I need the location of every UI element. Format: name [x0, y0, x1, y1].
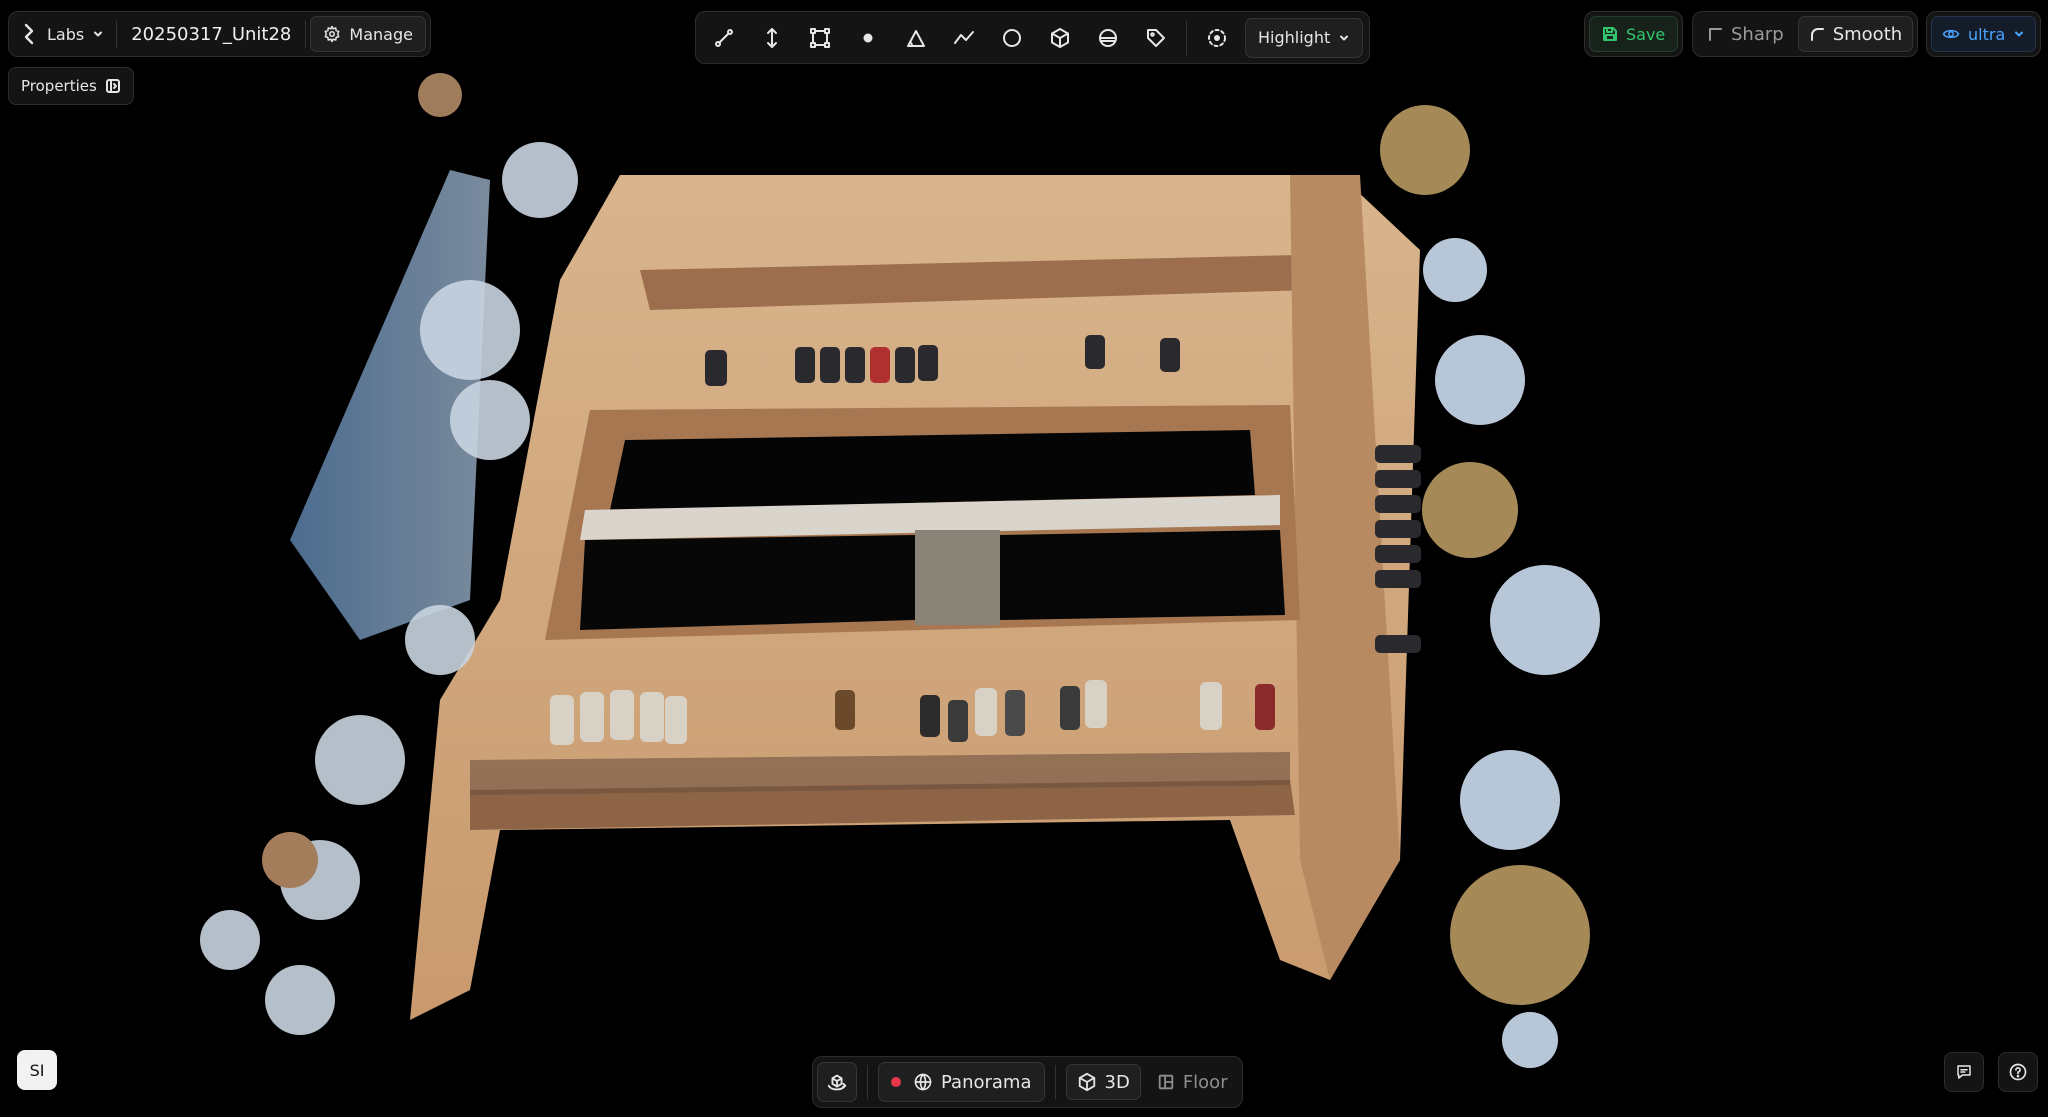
user-avatar[interactable]: SI [17, 1050, 57, 1090]
tool-circle[interactable] [990, 18, 1034, 58]
floppy-disk-icon [1603, 27, 1617, 41]
view-3d-button[interactable]: 3D [1065, 1064, 1141, 1100]
rounded-corner-icon [1810, 28, 1824, 41]
floor-label: Floor [1182, 1071, 1228, 1093]
cube-volume-icon [1051, 27, 1069, 48]
orbit-button[interactable] [817, 1062, 857, 1102]
cube-icon [1078, 1072, 1095, 1092]
quality-panel: ultra [1926, 11, 2042, 57]
tool-polyline[interactable] [942, 18, 986, 58]
project-panel: Labs 20250317_Unit28 Manage [8, 11, 431, 57]
panel-toggle-icon [105, 79, 120, 93]
eye-icon [1942, 29, 1960, 39]
globe-icon [914, 1073, 932, 1091]
divider [116, 20, 118, 48]
measurement-toolbar: Highlight [695, 11, 1371, 64]
tool-focus[interactable] [1195, 18, 1239, 58]
project-name: 20250317_Unit28 [131, 23, 292, 45]
chat-bubble-icon [1957, 1065, 1971, 1079]
tool-angle[interactable] [894, 18, 938, 58]
polyline-icon [954, 30, 974, 44]
tool-volume[interactable] [1038, 18, 1082, 58]
courtyard-east-void [1000, 530, 1285, 620]
3d-viewport[interactable] [0, 0, 2048, 1117]
divider [1186, 20, 1187, 55]
save-label: Save [1626, 24, 1666, 44]
smooth-label: Smooth [1832, 23, 1903, 45]
floor-plan-icon [1158, 1074, 1174, 1090]
save-button[interactable]: Save [1589, 16, 1679, 52]
view-toolbar: Panorama 3D Floor [812, 1056, 1243, 1108]
properties-label: Properties [21, 77, 97, 95]
divider [305, 20, 307, 48]
comments-button[interactable] [1944, 1052, 1984, 1092]
tool-section[interactable] [1086, 18, 1130, 58]
highlight-dropdown[interactable]: Highlight [1245, 17, 1364, 58]
panorama-button[interactable]: Panorama [878, 1062, 1045, 1102]
divider [1054, 1065, 1056, 1099]
sphere-section-icon [1099, 28, 1117, 47]
help-circle-icon [2009, 1063, 2027, 1081]
chevron-down-icon [94, 31, 103, 37]
chevron-down-icon [2015, 31, 2024, 37]
tool-rectangle-area[interactable] [798, 18, 842, 58]
workspace-label: Labs [47, 24, 85, 44]
vertical-measure-icon [767, 27, 777, 48]
record-indicator-icon [891, 1077, 901, 1087]
line-measure-icon [715, 28, 733, 47]
tool-line-measure[interactable] [702, 18, 746, 58]
manage-button[interactable]: Manage [310, 16, 426, 52]
smooth-mode-button[interactable]: Smooth [1797, 16, 1914, 52]
sharp-label: Sharp [1731, 23, 1784, 45]
help-button[interactable] [1998, 1052, 2038, 1092]
orbit-cube-icon [827, 1074, 847, 1091]
central-corridor [915, 530, 1000, 625]
chevron-down-icon [1340, 35, 1349, 40]
circle-icon [1003, 28, 1021, 47]
point-cloud-scene [200, 73, 1600, 1068]
sharp-corner-icon [1709, 28, 1722, 41]
workspace-switcher[interactable]: Labs [13, 16, 112, 52]
gear-icon [324, 25, 340, 43]
sharp-mode-button[interactable]: Sharp [1697, 16, 1794, 52]
tool-tag[interactable] [1134, 18, 1178, 58]
tag-icon [1147, 28, 1165, 47]
tool-point[interactable] [846, 18, 890, 58]
properties-button[interactable]: Properties [8, 67, 134, 105]
rectangle-area-icon [810, 27, 830, 48]
labs-logo-icon [24, 23, 34, 45]
quality-dropdown[interactable]: ultra [1931, 16, 2037, 52]
view-3d-label: 3D [1104, 1071, 1130, 1093]
courtyard-south-void [580, 535, 915, 630]
panorama-label: Panorama [941, 1071, 1032, 1093]
divider [867, 1065, 868, 1099]
tool-vertical-measure[interactable] [750, 18, 794, 58]
focus-target-icon [1208, 28, 1226, 47]
angle-icon [907, 29, 925, 47]
save-panel: Save [1584, 11, 1684, 57]
point-icon [863, 33, 873, 42]
floor-view-button[interactable]: Floor [1147, 1064, 1238, 1100]
manage-label: Manage [349, 24, 413, 44]
highlight-label: Highlight [1258, 28, 1331, 47]
render-mode-toggle: Sharp Smooth [1692, 11, 1919, 57]
quality-label: ultra [1968, 24, 2006, 44]
